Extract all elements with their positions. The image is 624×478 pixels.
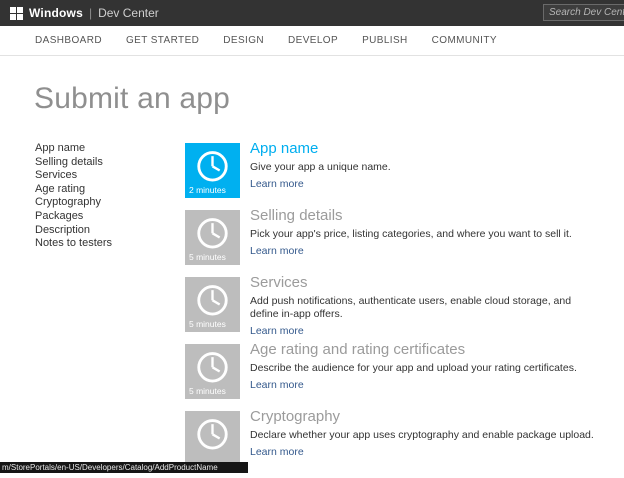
step-info: Age rating and rating certificates Descr… [250,341,600,393]
step-description: Add push notifications, authenticate use… [250,295,600,321]
nav-item-publish[interactable]: PUBLISH [362,35,408,46]
step-title[interactable]: Age rating and rating certificates [250,341,600,358]
step-duration: 5 minutes [189,386,226,396]
step-info: Services Add push notifications, authent… [250,274,600,339]
clock-icon [191,347,234,390]
step-row-services: 5 minutes Services Add push notification… [185,277,605,332]
sidebar-item-description[interactable]: Description [35,224,165,238]
learn-more-link[interactable]: Learn more [250,245,304,257]
step-tile-app-name[interactable]: 2 minutes [185,143,240,198]
step-description: Give your app a unique name. [250,161,600,174]
status-bar-url: m/StorePortals/en-US/Developers/Catalog/… [0,462,248,473]
clock-icon [191,414,234,457]
search-input[interactable] [543,4,624,21]
main-nav: DASHBOARD GET STARTED DESIGN DEVELOP PUB… [0,26,624,56]
step-title[interactable]: App name [250,140,600,157]
step-title[interactable]: Selling details [250,207,600,224]
windows-logo-icon [10,7,23,20]
clock-icon [191,146,234,189]
step-duration: 5 minutes [189,319,226,329]
sidebar-item-app-name[interactable]: App name [35,142,165,156]
sidebar-item-notes-to-testers[interactable]: Notes to testers [35,237,165,251]
step-title[interactable]: Cryptography [250,408,600,425]
step-title[interactable]: Services [250,274,600,291]
brand-suffix: Dev Center [98,6,159,20]
sidebar-item-cryptography[interactable]: Cryptography [35,196,165,210]
learn-more-link[interactable]: Learn more [250,178,304,190]
step-row-age-rating: 5 minutes Age rating and rating certific… [185,344,605,399]
step-row-selling-details: 5 minutes Selling details Pick your app'… [185,210,605,265]
step-row-app-name: 2 minutes App name Give your app a uniqu… [185,143,605,198]
nav-item-get-started[interactable]: GET STARTED [126,35,199,46]
steps-list: 2 minutes App name Give your app a uniqu… [185,143,605,478]
step-tile-selling-details[interactable]: 5 minutes [185,210,240,265]
step-description: Describe the audience for your app and u… [250,362,600,375]
nav-item-community[interactable]: COMMUNITY [432,35,497,46]
step-info: App name Give your app a unique name. Le… [250,140,600,192]
page-title: Submit an app [34,82,230,116]
brand-name: Windows [29,6,83,20]
step-info: Selling details Pick your app's price, l… [250,207,600,259]
step-sidebar: App name Selling details Services Age ra… [35,142,165,251]
learn-more-link[interactable]: Learn more [250,379,304,391]
step-tile-cryptography[interactable] [185,411,240,466]
sidebar-item-age-rating[interactable]: Age rating [35,183,165,197]
sidebar-item-packages[interactable]: Packages [35,210,165,224]
top-header: Windows | Dev Center [0,0,624,26]
clock-icon [191,213,234,256]
step-description: Declare whether your app uses cryptograp… [250,429,600,442]
step-info: Cryptography Declare whether your app us… [250,408,600,460]
nav-item-develop[interactable]: DEVELOP [288,35,338,46]
step-description: Pick your app's price, listing categorie… [250,228,600,241]
learn-more-link[interactable]: Learn more [250,446,304,458]
learn-more-link[interactable]: Learn more [250,325,304,337]
sidebar-item-services[interactable]: Services [35,169,165,183]
step-duration: 5 minutes [189,252,226,262]
step-tile-age-rating[interactable]: 5 minutes [185,344,240,399]
brand[interactable]: Windows | Dev Center [10,6,159,20]
sidebar-item-selling-details[interactable]: Selling details [35,156,165,170]
nav-item-design[interactable]: DESIGN [223,35,264,46]
step-duration: 2 minutes [189,185,226,195]
brand-divider: | [89,6,92,20]
step-row-cryptography: Cryptography Declare whether your app us… [185,411,605,466]
step-tile-services[interactable]: 5 minutes [185,277,240,332]
clock-icon [191,280,234,323]
nav-item-dashboard[interactable]: DASHBOARD [35,35,102,46]
